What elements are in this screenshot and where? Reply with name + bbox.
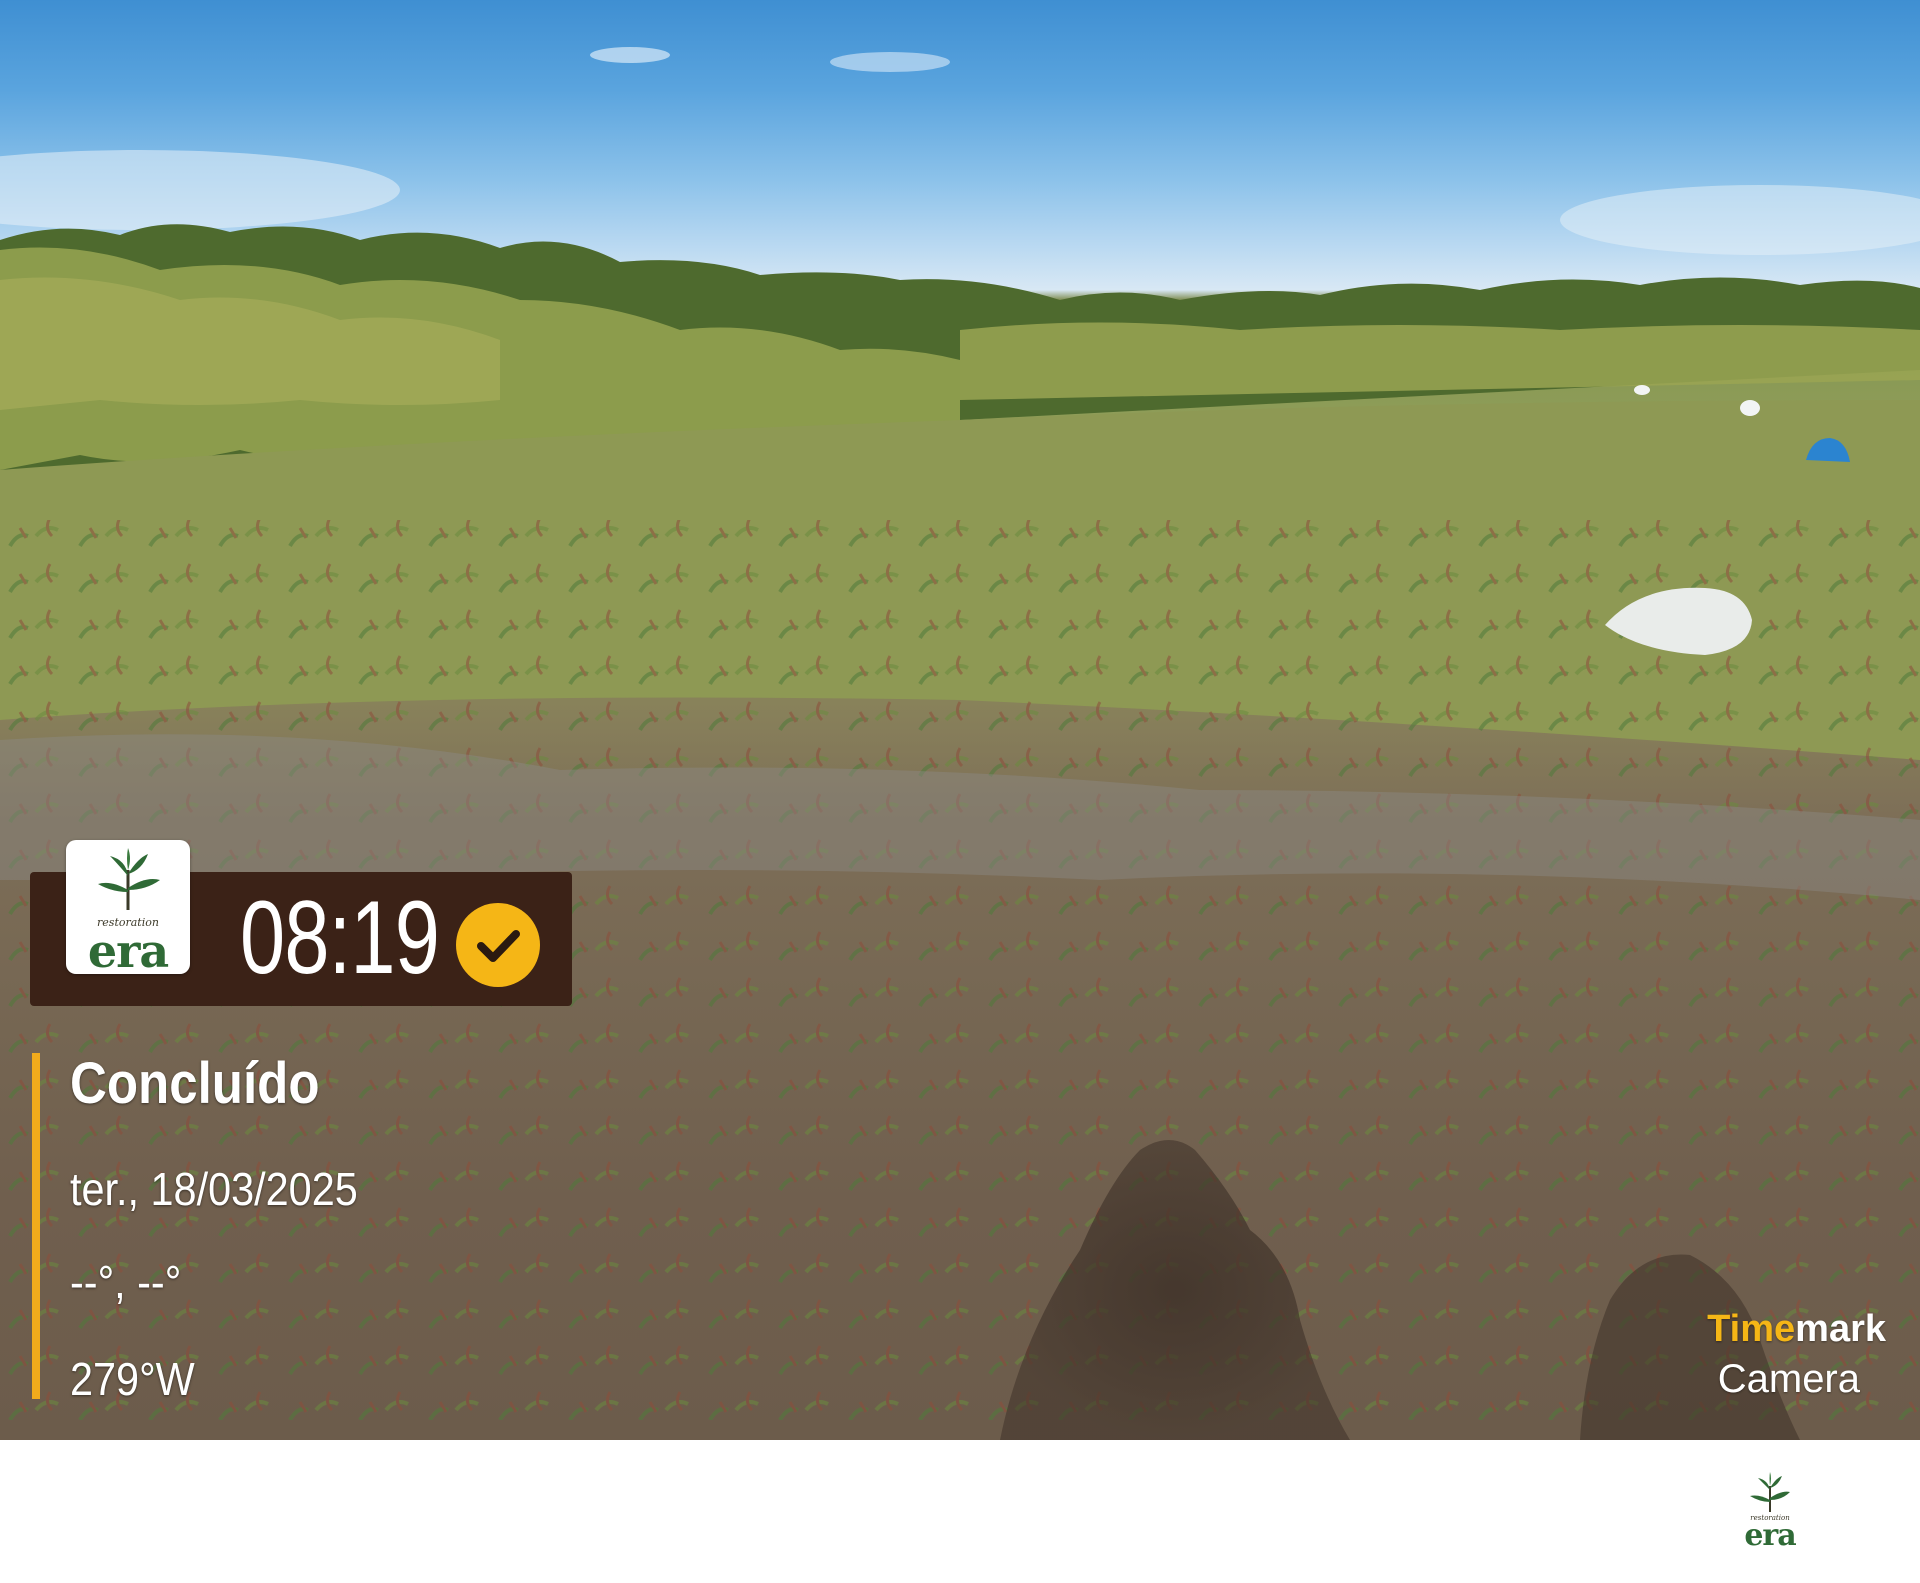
white-sack-small	[1740, 400, 1760, 416]
photo-scene	[0, 47, 1920, 1440]
seedling-icon	[1750, 1472, 1790, 1512]
status-title: Concluído	[70, 1051, 320, 1116]
footer-brand-logo: restoration era	[1730, 1470, 1810, 1553]
white-sack-small	[1634, 385, 1650, 395]
logo-brand-text: era	[87, 924, 169, 978]
seedling-icon	[98, 848, 160, 910]
watermark-rest-text: mark	[1795, 1308, 1886, 1350]
coordinates-text: --°, --°	[70, 1256, 182, 1308]
brand-logo: restoration era	[66, 840, 190, 978]
cloud	[830, 52, 950, 72]
watermark-camera-text: Camera	[1717, 1357, 1860, 1401]
field-photo	[0, 0, 1920, 1440]
compass-heading: 279°W	[70, 1353, 195, 1405]
mangrove-shrubs-far	[960, 322, 1920, 400]
checkmark-icon	[477, 930, 520, 962]
cloud	[0, 150, 400, 230]
verified-badge	[456, 903, 540, 987]
date-text: ter., 18/03/2025	[70, 1163, 358, 1215]
cloud	[1560, 185, 1920, 255]
footer-logo-brand-text: era	[1744, 1518, 1796, 1553]
time-display: 08:19	[240, 880, 440, 996]
cloud	[590, 47, 670, 63]
timemark-watermark: Timemark	[1707, 1308, 1886, 1351]
watermark-accent-text: Time	[1707, 1308, 1796, 1350]
info-accent-bar	[32, 1053, 40, 1399]
